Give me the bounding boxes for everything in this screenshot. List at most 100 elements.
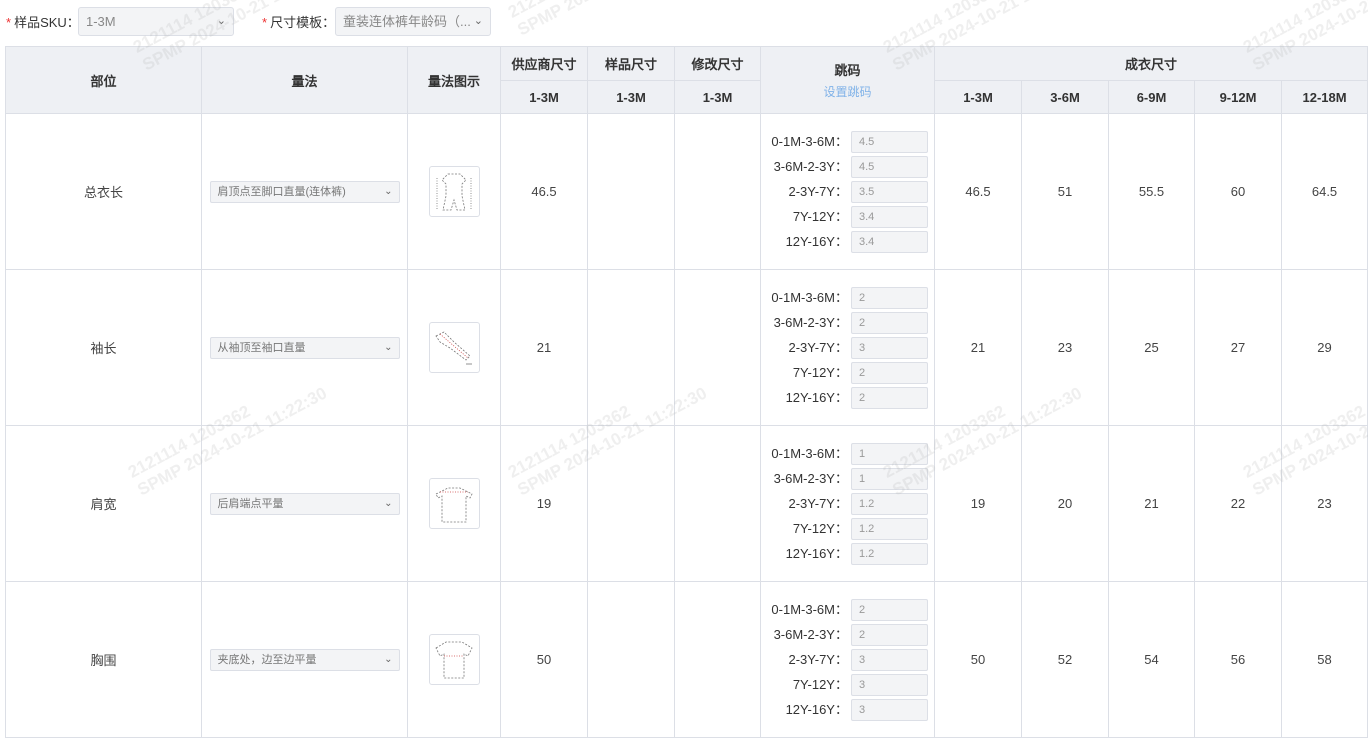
- set-grading-link[interactable]: 设置跳码: [761, 83, 934, 100]
- header-finished-size: 3-6M: [1021, 80, 1109, 114]
- grading-input[interactable]: 3.4: [851, 230, 928, 253]
- method-select[interactable]: 肩顶点至脚口直量(连体裤) ⌄: [209, 180, 400, 203]
- grading-input[interactable]: 1.2: [851, 492, 928, 515]
- finished-size-cell: 58: [1280, 581, 1368, 738]
- shoulder-diagram-icon[interactable]: [428, 478, 480, 529]
- modified-size-cell: [674, 581, 761, 738]
- grading-label: 0-1M-3-6M：: [771, 133, 848, 149]
- filter-bar: * 样品SKU： 1-3M ⌄ * 尺寸模板： 童装连体裤年龄码（... ⌄: [0, 0, 1368, 44]
- grading-row: 0-1M-3-6M： 2: [769, 598, 928, 621]
- grading-input[interactable]: 1.2: [851, 542, 928, 565]
- grading-label: 0-1M-3-6M：: [771, 289, 848, 305]
- grading-input[interactable]: 3: [851, 673, 928, 696]
- chevron-down-icon: ⌄: [384, 185, 393, 197]
- grading-label: 12Y-16Y：: [785, 233, 848, 249]
- diagram-cell: [407, 425, 501, 582]
- chevron-down-icon: ⌄: [216, 15, 226, 27]
- table-row: 总衣长 肩顶点至脚口直量(连体裤) ⌄ 46.5 0-1M-3-6M： 4.5 …: [5, 113, 1368, 270]
- grading-label: 7Y-12Y：: [792, 676, 848, 692]
- header-supplier-size: 1-3M: [500, 80, 588, 114]
- header-sample: 样品尺寸: [587, 46, 675, 81]
- grading-row: 2-3Y-7Y： 1.2: [769, 492, 928, 515]
- part-cell: 肩宽: [5, 425, 202, 582]
- grading-input[interactable]: 2: [851, 361, 928, 384]
- grading-input[interactable]: 4.5: [851, 155, 928, 178]
- grading-input[interactable]: 1.2: [851, 517, 928, 540]
- grading-row: 7Y-12Y： 2: [769, 361, 928, 384]
- diagram-cell: [407, 581, 501, 738]
- grading-input[interactable]: 4.5: [851, 130, 928, 153]
- grading-input[interactable]: 2: [851, 598, 928, 621]
- grading-row: 12Y-16Y： 2: [769, 386, 928, 409]
- finished-size-cell: 23: [1021, 269, 1109, 426]
- grading-label: 12Y-16Y：: [785, 701, 848, 717]
- finished-size-cell: 56: [1194, 581, 1282, 738]
- method-select-value: 肩顶点至脚口直量(连体裤): [217, 185, 346, 198]
- required-mark: *: [6, 15, 12, 30]
- grading-row: 3-6M-2-3Y： 2: [769, 623, 928, 646]
- supplier-size-cell: 46.5: [500, 113, 588, 270]
- chevron-down-icon: ⌄: [384, 653, 393, 665]
- grading-label: 3-6M-2-3Y：: [773, 470, 848, 486]
- grading-input[interactable]: 3.4: [851, 205, 928, 228]
- grading-row: 0-1M-3-6M： 2: [769, 286, 928, 309]
- finished-size-cell: 21: [934, 269, 1022, 426]
- finished-size-cell: 50: [934, 581, 1022, 738]
- grading-row: 3-6M-2-3Y： 4.5: [769, 155, 928, 178]
- grading-row: 12Y-16Y： 3.4: [769, 230, 928, 253]
- method-select[interactable]: 夹底处，边至边平量 ⌄: [209, 648, 400, 671]
- grading-input[interactable]: 3: [851, 336, 928, 359]
- header-modified-size: 1-3M: [674, 80, 761, 114]
- grading-row: 3-6M-2-3Y： 2: [769, 311, 928, 334]
- part-cell: 胸围: [5, 581, 202, 738]
- finished-size-cell: 25: [1108, 269, 1195, 426]
- diagram-cell: [407, 269, 501, 426]
- grading-label: 2-3Y-7Y：: [788, 183, 848, 199]
- grading-label: 7Y-12Y：: [792, 208, 848, 224]
- part-cell: 袖长: [5, 269, 202, 426]
- grading-row: 2-3Y-7Y： 3.5: [769, 180, 928, 203]
- grading-label: 0-1M-3-6M：: [771, 445, 848, 461]
- grading-input[interactable]: 1: [851, 467, 928, 490]
- template-select[interactable]: 童装连体裤年龄码（... ⌄: [335, 7, 491, 36]
- sku-select[interactable]: 1-3M ⌄: [78, 7, 234, 36]
- template-field-label: * 尺寸模板：: [262, 15, 336, 30]
- grading-cell: 0-1M-3-6M： 1 3-6M-2-3Y： 1 2-3Y-7Y： 1.2 7Y-1…: [760, 425, 935, 582]
- sleeve-diagram-icon[interactable]: [428, 322, 480, 373]
- grading-row: 2-3Y-7Y： 3: [769, 336, 928, 359]
- modified-size-cell: [674, 269, 761, 426]
- header-finished-size: 6-9M: [1108, 80, 1195, 114]
- grading-label: 0-1M-3-6M：: [771, 601, 848, 617]
- table-row: 胸围 夹底处，边至边平量 ⌄ 50 0-1M-3-6M： 2 3-6M-2-3Y…: [5, 581, 1368, 738]
- grading-row: 12Y-16Y： 1.2: [769, 542, 928, 565]
- grading-label: 12Y-16Y：: [785, 389, 848, 405]
- method-select[interactable]: 从袖顶至袖口直量 ⌄: [209, 336, 400, 359]
- header-part: 部位: [5, 46, 202, 114]
- grading-input[interactable]: 3: [851, 698, 928, 721]
- header-grading: 跳码 设置跳码: [760, 46, 935, 114]
- grading-input[interactable]: 3: [851, 648, 928, 671]
- grading-input[interactable]: 1: [851, 442, 928, 465]
- grading-row: 7Y-12Y： 3.4: [769, 205, 928, 228]
- bodysuit-diagram-icon[interactable]: [428, 166, 480, 217]
- finished-size-cell: 54: [1108, 581, 1195, 738]
- grading-input[interactable]: 2: [851, 311, 928, 334]
- grading-input[interactable]: 3.5: [851, 180, 928, 203]
- chevron-down-icon: ⌄: [473, 15, 483, 27]
- method-select[interactable]: 后肩端点平量 ⌄: [209, 492, 400, 515]
- table-row: 肩宽 后肩端点平量 ⌄ 19 0-1M-3-6M： 1 3-6M-2-3Y： 1…: [5, 425, 1368, 582]
- finished-size-cell: 64.5: [1280, 113, 1368, 270]
- header-sample-size: 1-3M: [587, 80, 675, 114]
- modified-size-cell: [674, 425, 761, 582]
- grading-input[interactable]: 2: [851, 623, 928, 646]
- header-finished: 成衣尺寸: [933, 46, 1368, 81]
- finished-size-cell: 19: [934, 425, 1022, 582]
- grading-row: 3-6M-2-3Y： 1: [769, 467, 928, 490]
- grading-cell: 0-1M-3-6M： 2 3-6M-2-3Y： 2 2-3Y-7Y： 3 7Y-12Y…: [760, 269, 935, 426]
- finished-size-cell: 22: [1194, 425, 1282, 582]
- chest-diagram-icon[interactable]: [428, 634, 480, 685]
- grading-input[interactable]: 2: [851, 286, 928, 309]
- size-spec-table: 部位 量法 量法图示 供应商尺寸 样品尺寸 修改尺寸 跳码 设置跳码 成衣尺寸 …: [5, 46, 1368, 738]
- grading-input[interactable]: 2: [851, 386, 928, 409]
- finished-size-cell: 51: [1021, 113, 1109, 270]
